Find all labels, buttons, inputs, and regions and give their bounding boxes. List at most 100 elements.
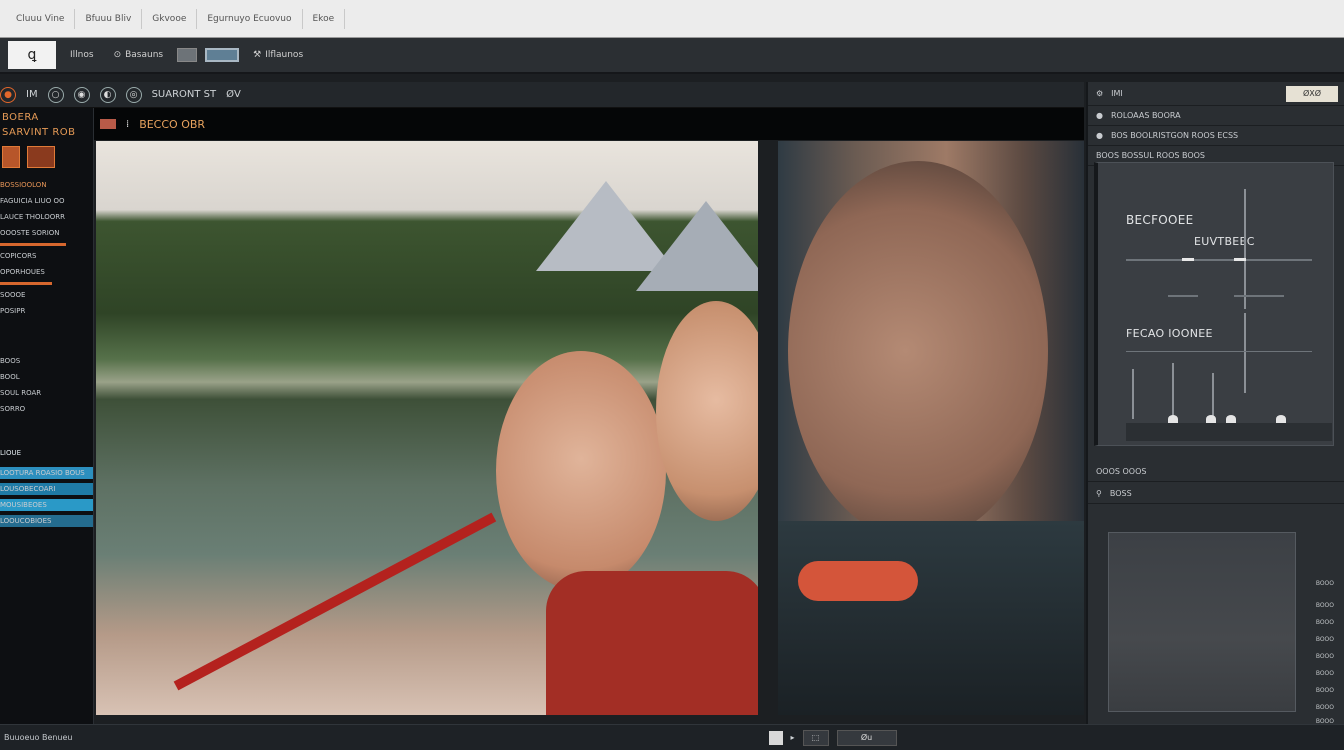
list-item-selected[interactable]: MOUSIBEOES <box>0 499 93 511</box>
photo-canvas-before[interactable] <box>96 141 758 715</box>
menu-item-3[interactable]: Gkvooe <box>142 8 198 29</box>
record-icon[interactable]: ● <box>0 86 16 103</box>
link-icon: ⚲ <box>1096 489 1102 498</box>
list-item[interactable]: OPORHOUES <box>0 266 93 278</box>
subject-jacket <box>546 571 758 715</box>
page-icon[interactable] <box>768 730 783 745</box>
list-item[interactable]: BOOL <box>0 371 93 383</box>
panel-row-label: ROLOAAS BOORA <box>1110 111 1181 120</box>
list-item[interactable]: SOOOE <box>0 289 93 301</box>
toolbar-button-1[interactable]: Illnos <box>64 48 100 62</box>
tools-icon: ⚒ <box>253 50 262 60</box>
overlay-icon[interactable]: ◐ <box>99 86 116 103</box>
slider-knob[interactable] <box>1234 258 1246 261</box>
guide-line <box>1212 373 1214 419</box>
toolbar-button-2[interactable]: ⊙ Basauns <box>108 48 170 62</box>
pin-icon: ⊙ <box>113 50 122 60</box>
status-controls: ▸ ⬚ Øu <box>763 729 897 746</box>
list-item[interactable]: COPICORS <box>0 250 93 262</box>
image-title: BECCO OBR <box>139 117 206 131</box>
list-item-selected[interactable]: LOOUCOBIOES <box>0 515 93 527</box>
list-item[interactable]: BOOS <box>0 355 93 367</box>
settings-icon[interactable]: ⚙ <box>1096 89 1103 98</box>
tick-label: BOOO <box>1315 619 1334 626</box>
menu-bar: Cluuu Vine Bfuuu Bliv Gkvooe Egurnuyo Ec… <box>0 0 1344 38</box>
tick-label: BOOO <box>1315 636 1334 643</box>
slider-handle[interactable] <box>1226 415 1236 423</box>
list-item[interactable]: OOOSTE SORION <box>0 227 93 239</box>
view-toolbar: ● IM ○ ◉ ◐ ◎ SUARONT ST ØV <box>0 82 1084 108</box>
list-item[interactable]: SORRO <box>0 403 93 415</box>
adjust-slider[interactable] <box>1126 351 1312 352</box>
subject-jacket <box>778 521 1084 715</box>
panel-badge[interactable]: ØXØ <box>1286 85 1338 102</box>
tick-label: BOOO <box>1315 602 1334 609</box>
layout-compare-icon[interactable] <box>205 48 240 62</box>
panel-row[interactable]: ⚲ BOSS <box>1088 484 1344 504</box>
status-box-2[interactable]: Øu <box>836 729 897 746</box>
guide-line <box>1244 189 1246 309</box>
list-item-selected[interactable]: LOOTURA ROASIO BOUS <box>0 467 93 479</box>
menu-item-4[interactable]: Egurnuyo Ecuovuo <box>197 8 303 29</box>
list-item[interactable]: POSIPR <box>0 305 93 317</box>
toolbar-button-3[interactable]: ⚒ Ilflaunos <box>247 48 309 62</box>
slider-handle[interactable] <box>1206 415 1216 423</box>
subject-face <box>788 161 1048 541</box>
slider-handle[interactable] <box>1168 415 1178 423</box>
tick-label: BOOO <box>1315 580 1334 587</box>
adjustment-panel: BECFOOEE EUVTBEEC FECAO IOONEE <box>1094 162 1334 446</box>
section-label: OOOS OOOS <box>1096 467 1147 476</box>
color-swatch[interactable] <box>27 146 56 168</box>
guide-line <box>1244 313 1246 393</box>
menu-item-5[interactable]: Ekoe <box>303 8 346 29</box>
color-swatch[interactable] <box>2 146 20 168</box>
layout-single-icon[interactable] <box>177 48 198 62</box>
subject-face <box>656 301 758 521</box>
adjust-slider[interactable] <box>1168 295 1198 297</box>
circle-icon[interactable]: ○ <box>47 86 64 103</box>
compass-icon[interactable]: ◎ <box>125 86 142 103</box>
dot-icon: ● <box>1096 111 1103 120</box>
section-heading: LIOUE <box>0 449 22 457</box>
menu-item-2[interactable]: Bfuuu Bliv <box>75 8 143 29</box>
panel-row[interactable]: ● ROLOAAS BOORA <box>1088 106 1344 126</box>
list-item[interactable]: SOUL ROAR <box>0 387 93 399</box>
list-item[interactable]: BOSSIOOLON <box>0 179 93 191</box>
toolbar-button-2-label: Basauns <box>125 50 164 60</box>
chevron-right-icon[interactable]: ▸ <box>791 733 795 742</box>
adjust-slider[interactable] <box>1234 295 1284 297</box>
flag-icon <box>100 119 116 129</box>
preview-box[interactable] <box>1108 532 1296 712</box>
view-extra-label[interactable]: ØV <box>226 89 241 100</box>
guide-line <box>1172 363 1174 419</box>
adjust-slider[interactable] <box>1126 259 1312 261</box>
orange-slider[interactable] <box>0 243 66 246</box>
image-header: ⁞ BECCO OBR <box>94 108 1084 140</box>
panel-header: ⚙ IMI ØXØ <box>1088 82 1344 106</box>
slider-handle[interactable] <box>1276 415 1286 423</box>
dot-icon: ● <box>1096 131 1103 140</box>
tick-label: BOOO <box>1315 704 1334 711</box>
tick-label: BOOO <box>1315 653 1334 660</box>
slider-knob[interactable] <box>1182 258 1194 261</box>
swatch-group <box>0 142 93 175</box>
panel-row-label: BOOS BOSSUL ROOS BOOS <box>1096 151 1206 160</box>
subject-face <box>496 351 666 591</box>
app-logo-icon[interactable]: ꝗ <box>8 41 56 69</box>
left-panel-subheading: SARVINT ROB <box>2 127 76 138</box>
main-toolbar: ꝗ Illnos ⊙ Basauns ⚒ Ilflaunos <box>0 38 1344 74</box>
view-label: IM <box>26 89 38 100</box>
panel-header-label: IMI <box>1111 89 1123 98</box>
orange-slider[interactable] <box>0 282 52 285</box>
info-icon[interactable]: ⁞ <box>126 119 129 130</box>
eye-icon[interactable]: ◉ <box>73 86 90 103</box>
panel-row[interactable]: ● BOS BOOLRISTGON ROOS ECSS <box>1088 126 1344 146</box>
list-item-selected[interactable]: LOUSOBECOARI <box>0 483 93 495</box>
list-item[interactable]: LAUCE THOLOORR <box>0 211 93 223</box>
status-box-1[interactable]: ⬚ <box>802 729 829 746</box>
menu-item-1[interactable]: Cluuu Vine <box>6 8 76 29</box>
list-item[interactable]: FAGUICIA LIUO OO <box>0 195 93 207</box>
photo-canvas-after[interactable] <box>778 141 1084 715</box>
